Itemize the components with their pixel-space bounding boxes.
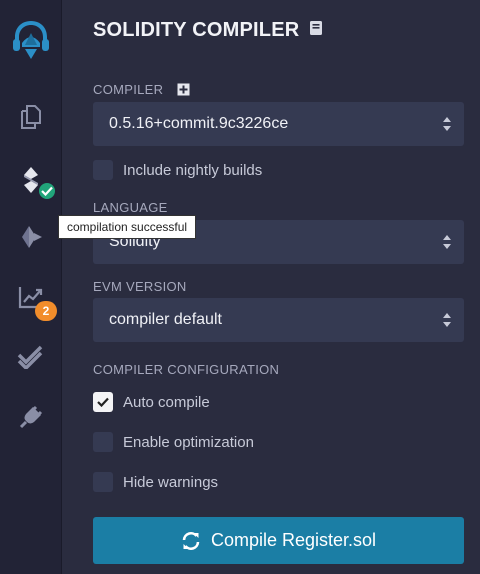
language-label: LANGUAGE <box>93 200 168 215</box>
compile-button[interactable]: Compile Register.sol <box>93 517 464 564</box>
compiler-version-value: 0.5.16+commit.9c3226ce <box>109 115 289 132</box>
compiler-configuration-label: COMPILER CONFIGURATION <box>93 362 280 377</box>
hide-warnings-checkbox[interactable] <box>93 472 113 492</box>
nightly-builds-checkbox[interactable] <box>93 160 113 180</box>
remix-logo-icon[interactable] <box>0 14 62 64</box>
auto-compile-label: Auto compile <box>123 393 210 411</box>
enable-optimization-option[interactable]: Enable optimization <box>93 432 254 452</box>
nightly-builds-label: Include nightly builds <box>123 161 263 179</box>
panel-title: SOLIDITY COMPILER <box>93 19 323 42</box>
plugin-manager-icon[interactable] <box>0 392 62 442</box>
compiler-label-text: COMPILER <box>93 82 164 97</box>
success-check-icon <box>37 181 57 201</box>
checkmark-icon <box>97 397 109 407</box>
select-arrows-icon <box>443 235 451 249</box>
icon-panel: 2 <box>0 0 62 574</box>
auto-compile-checkbox[interactable] <box>93 392 113 412</box>
nightly-builds-option[interactable]: Include nightly builds <box>93 160 262 180</box>
evm-version-value: compiler default <box>109 311 222 328</box>
hide-warnings-option[interactable]: Hide warnings <box>93 472 218 492</box>
enable-optimization-checkbox[interactable] <box>93 432 113 452</box>
test-icon[interactable] <box>0 332 62 382</box>
deploy-run-icon[interactable] <box>0 212 62 262</box>
refresh-icon <box>182 531 200 550</box>
file-explorer-icon[interactable] <box>0 92 62 142</box>
compiler-version-select[interactable]: 0.5.16+commit.9c3226ce <box>93 102 464 146</box>
evm-version-label: EVM VERSION <box>93 279 187 294</box>
panel-title-text: SOLIDITY COMPILER <box>93 19 300 41</box>
evm-version-select[interactable]: compiler default <box>93 298 464 342</box>
add-compiler-icon[interactable] <box>177 83 190 99</box>
hide-warnings-label: Hide warnings <box>123 473 219 491</box>
compile-button-label: Compile Register.sol <box>210 530 377 550</box>
tooltip: compilation successful <box>58 215 197 239</box>
select-arrows-icon <box>443 117 451 131</box>
compiler-label: COMPILER <box>93 82 190 99</box>
enable-optimization-label: Enable optimization <box>123 433 254 451</box>
auto-compile-option[interactable]: Auto compile <box>93 392 210 412</box>
documentation-icon[interactable] <box>309 19 323 42</box>
analysis-count-badge: 2 <box>35 301 57 321</box>
select-arrows-icon <box>443 313 451 327</box>
